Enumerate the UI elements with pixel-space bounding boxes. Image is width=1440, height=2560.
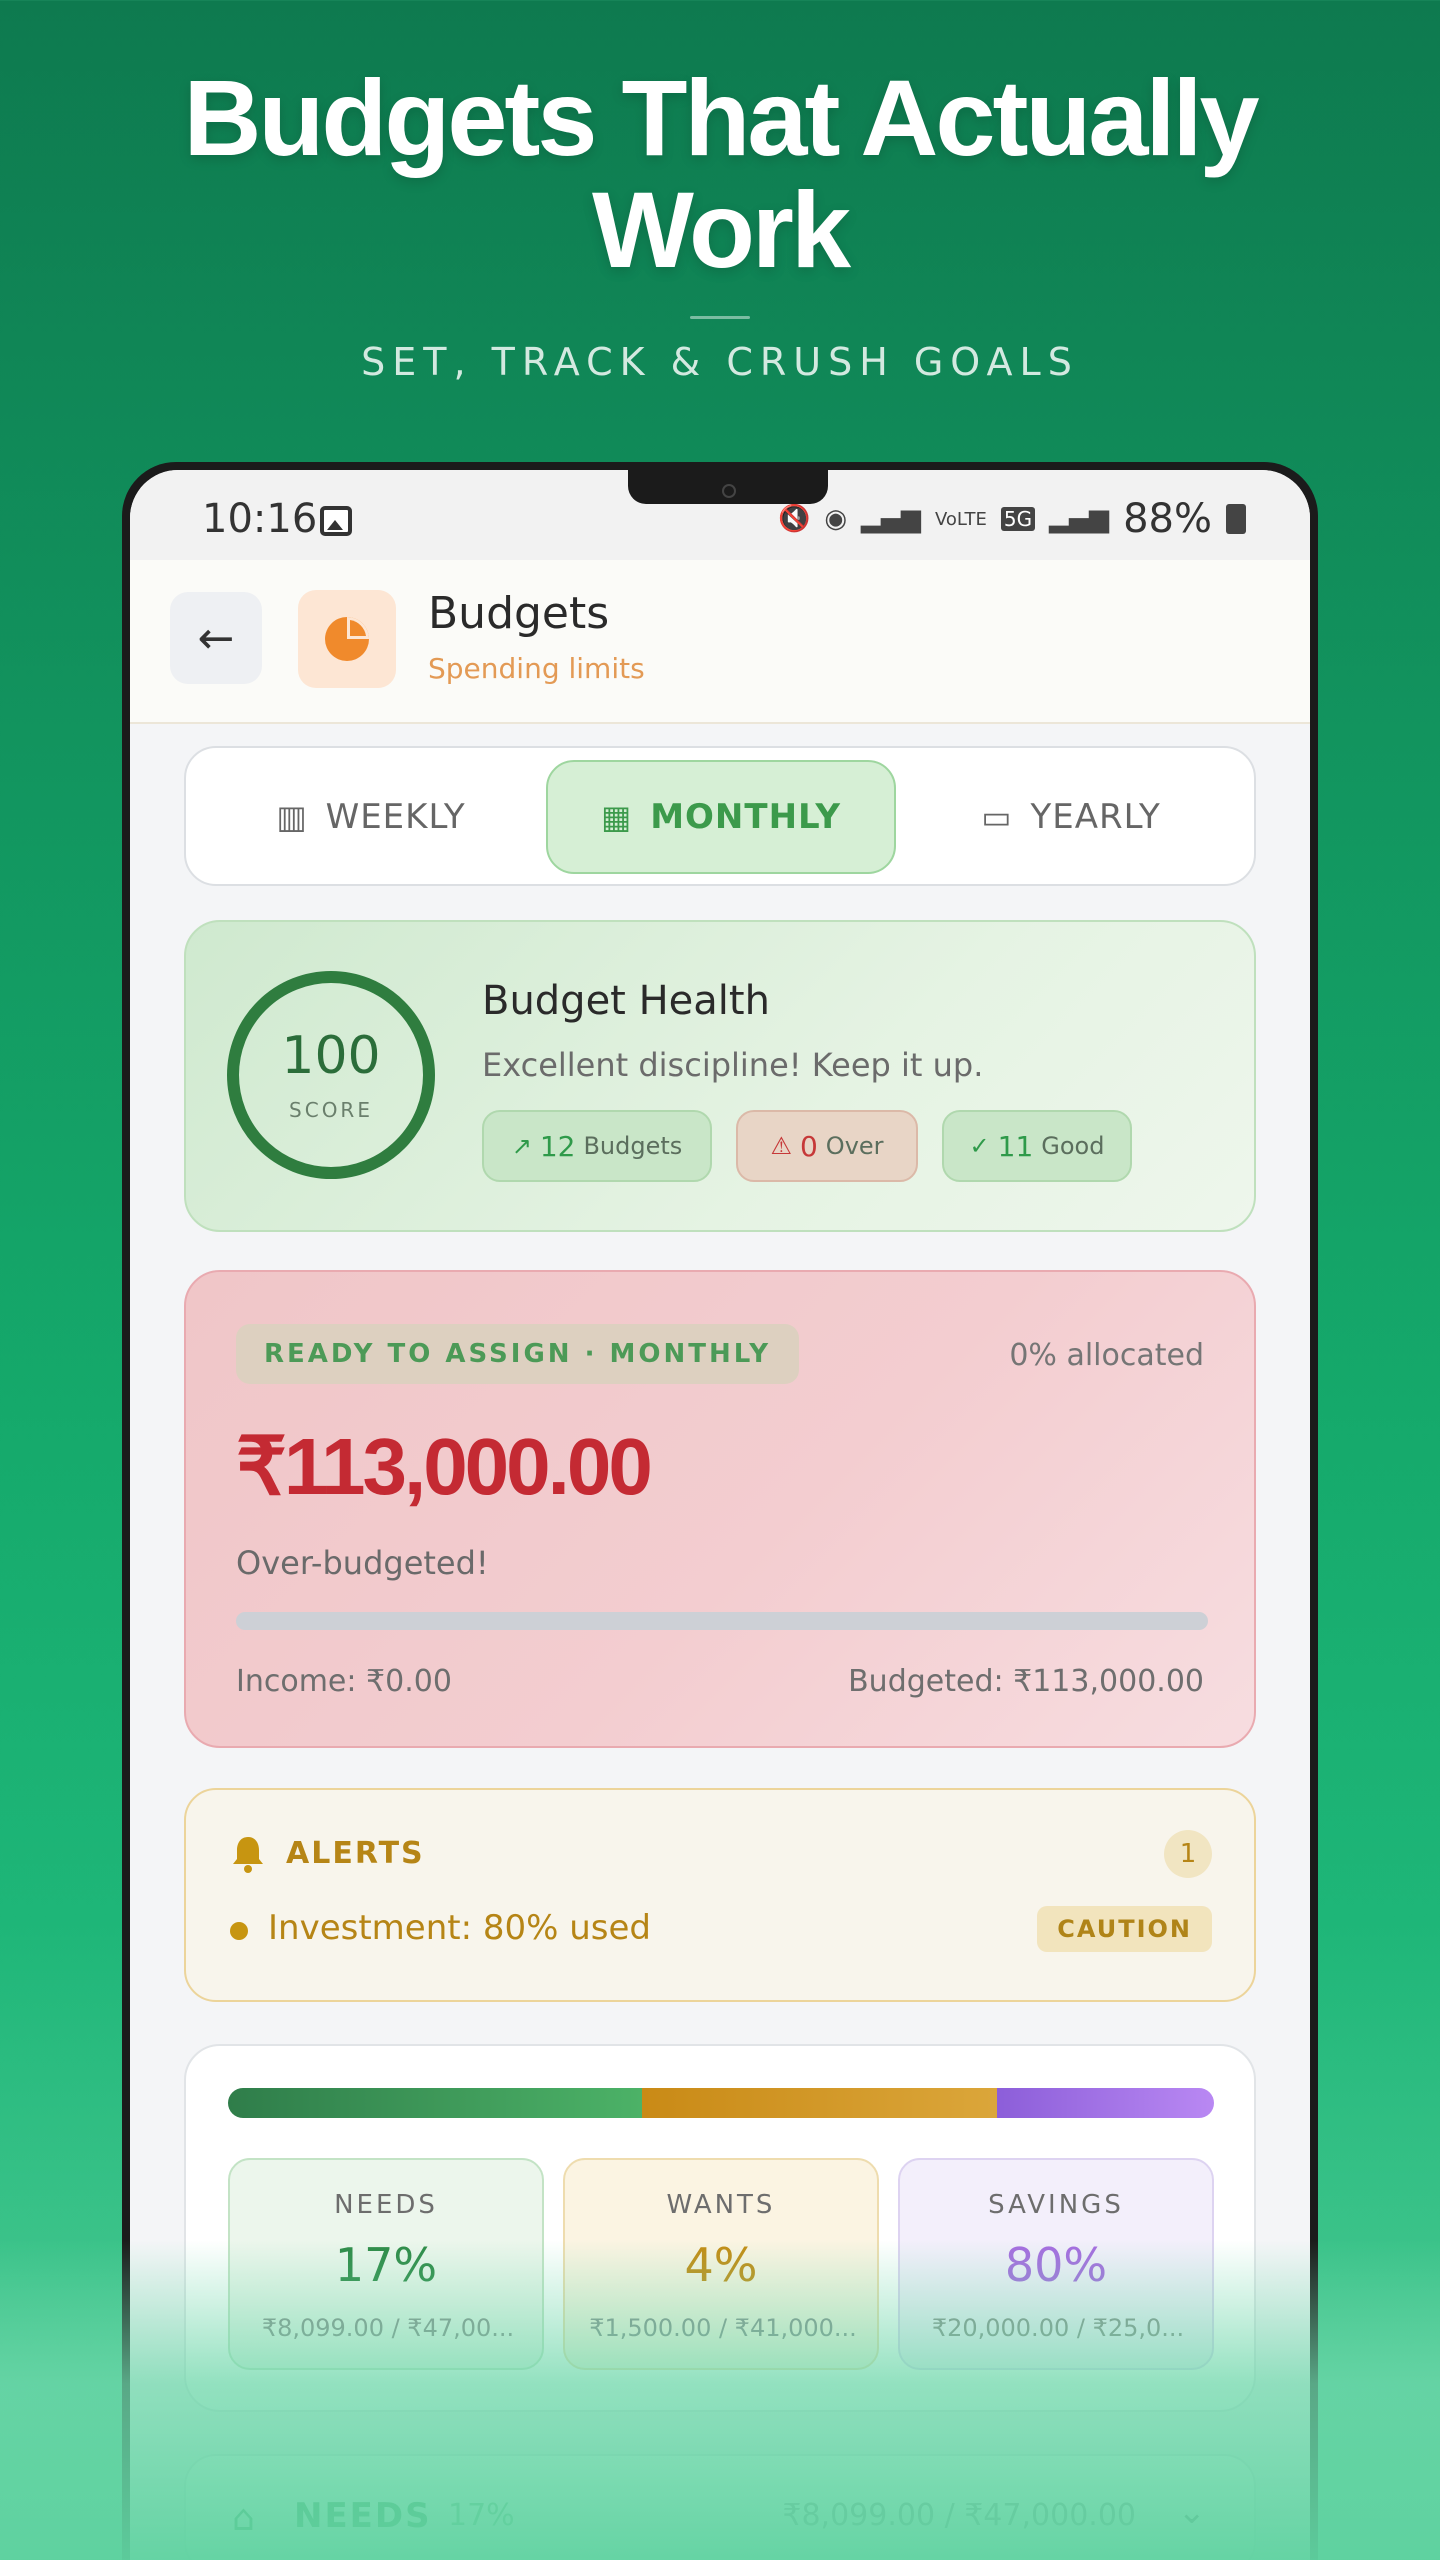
back-button[interactable]: ←	[170, 592, 262, 684]
assign-amount: ₹113,000.00	[236, 1422, 653, 1511]
split-bar-needs	[228, 2088, 643, 2118]
health-description: Excellent discipline! Keep it up.	[482, 1046, 984, 1084]
hero-divider	[690, 316, 750, 319]
needs-amount: ₹8,099.00 / ₹47,00...	[261, 2314, 515, 2342]
alert-dot	[230, 1922, 248, 1940]
hero-title-line1: Budgets That Actually	[183, 57, 1259, 178]
mute-icon: 🔇	[777, 504, 811, 534]
battery-icon	[1226, 504, 1246, 534]
pie-chart-logo	[298, 590, 396, 688]
good-count-chip[interactable]: ✓ 11 Good	[942, 1110, 1132, 1182]
signal-icon-2: ▂▄▆	[1049, 504, 1110, 534]
tab-monthly-label: MONTHLY	[650, 797, 842, 837]
period-tabs: ▥ WEEKLY ▦ MONTHLY ▭ YEARLY	[184, 746, 1256, 886]
assign-status: Over-budgeted!	[236, 1544, 489, 1582]
phone-frame: 10:16 🔇 ◉ ▂▄▆ VoLTE 5G ▂▄▆ 88% ← Budgets…	[122, 462, 1318, 2560]
over-count-chip[interactable]: ⚠ 0 Over	[736, 1110, 918, 1182]
image-notification-icon	[320, 506, 352, 536]
budgets-count-chip[interactable]: ↗ 12 Budgets	[482, 1110, 712, 1182]
health-title: Budget Health	[482, 978, 770, 1024]
trending-up-icon: ↗	[511, 1132, 532, 1160]
network-label: 5G	[1000, 507, 1036, 531]
calendar-icon: ▦	[600, 798, 633, 836]
page-subtitle: Spending limits	[428, 652, 645, 685]
savings-label: SAVINGS	[988, 2190, 1124, 2220]
arrow-left-icon: ←	[197, 612, 235, 664]
tab-weekly[interactable]: ▥ WEEKLY	[206, 760, 536, 874]
health-score-label: SCORE	[289, 1098, 373, 1122]
needs-row-amount: ₹8,099.00 / ₹47,000.00	[782, 2498, 1136, 2533]
page-title: Budgets	[428, 588, 610, 639]
alerts-card[interactable]: ALERTS 1 Investment: 80% used CAUTION	[184, 1788, 1256, 2002]
warning-icon: ⚠	[770, 1132, 792, 1160]
budgets-label: Budgets	[583, 1132, 683, 1160]
caution-badge: CAUTION	[1037, 1906, 1212, 1952]
tab-yearly-label: YEARLY	[1030, 797, 1161, 837]
status-time: 10:16	[202, 496, 318, 542]
tab-weekly-label: WEEKLY	[325, 797, 466, 837]
battery-percent: 88%	[1123, 496, 1212, 542]
columns-icon: ▥	[276, 798, 308, 836]
budget-health-card[interactable]: 100 SCORE Budget Health Excellent discip…	[184, 920, 1256, 1232]
hotspot-icon: ◉	[824, 504, 847, 534]
check-circle-icon: ✓	[969, 1132, 990, 1160]
hero-title: Budgets That Actually Work	[0, 62, 1440, 286]
needs-category-row[interactable]: ⌂ NEEDS 17% ₹8,099.00 / ₹47,000.00 ⌄	[184, 2454, 1256, 2560]
allocation-progress-bar	[236, 1612, 1208, 1630]
status-icons: 🔇 ◉ ▂▄▆ VoLTE 5G ▂▄▆ 88%	[778, 496, 1246, 542]
tab-yearly[interactable]: ▭ YEARLY	[906, 760, 1236, 874]
needs-label: NEEDS	[334, 2190, 438, 2220]
wants-box[interactable]: WANTS 4% ₹1,500.00 / ₹41,000...	[563, 2158, 879, 2370]
ready-to-assign-pill: READY TO ASSIGN · MONTHLY	[236, 1324, 800, 1384]
good-count: 11	[997, 1129, 1034, 1163]
chevron-down-icon[interactable]: ⌄	[1178, 2492, 1207, 2532]
needs-box[interactable]: NEEDS 17% ₹8,099.00 / ₹47,00...	[228, 2158, 544, 2370]
alert-item-text[interactable]: Investment: 80% used	[268, 1908, 651, 1948]
budgets-count: 12	[539, 1129, 576, 1163]
needs-percent: 17%	[334, 2238, 438, 2292]
volte-label: VoLTE	[935, 508, 987, 530]
hero-subtitle: SET, TRACK & CRUSH GOALS	[361, 340, 1079, 384]
over-label: Over	[825, 1132, 884, 1160]
budgeted-text: Budgeted: ₹113,000.00	[848, 1664, 1204, 1699]
savings-amount: ₹20,000.00 / ₹25,0...	[931, 2314, 1185, 2342]
wants-amount: ₹1,500.00 / ₹41,000...	[589, 2314, 857, 2342]
alerts-count-badge: 1	[1164, 1830, 1212, 1878]
split-bar	[228, 2088, 1214, 2118]
signal-icon: ▂▄▆	[861, 504, 921, 534]
split-bar-savings	[997, 2088, 1214, 2118]
home-icon: ⌂	[232, 2498, 255, 2539]
alerts-title: ALERTS	[286, 1836, 425, 1871]
health-score: 100	[281, 1026, 381, 1086]
needs-row-percent: 17%	[448, 2498, 515, 2533]
wants-percent: 4%	[684, 2238, 758, 2292]
camera-notch	[628, 470, 828, 504]
needs-wants-savings-card: NEEDS 17% ₹8,099.00 / ₹47,00... WANTS 4%…	[184, 2044, 1256, 2412]
ready-to-assign-card[interactable]: READY TO ASSIGN · MONTHLY 0% allocated ₹…	[184, 1270, 1256, 1748]
savings-percent: 80%	[1004, 2238, 1108, 2292]
bell-icon	[233, 1837, 263, 1873]
wants-label: WANTS	[666, 2190, 776, 2220]
income-text: Income: ₹0.00	[236, 1664, 452, 1699]
savings-box[interactable]: SAVINGS 80% ₹20,000.00 / ₹25,0...	[898, 2158, 1214, 2370]
app-bar: ← Budgets Spending limits	[130, 560, 1310, 724]
calendar-icon: ▭	[981, 798, 1013, 836]
over-count: 0	[799, 1129, 818, 1163]
good-label: Good	[1041, 1132, 1105, 1160]
hero-title-line2: Work	[591, 169, 851, 290]
pie-chart-icon	[325, 617, 369, 661]
phone-screen: 10:16 🔇 ◉ ▂▄▆ VoLTE 5G ▂▄▆ 88% ← Budgets…	[130, 470, 1310, 2560]
needs-row-name: NEEDS	[294, 2496, 432, 2536]
split-bar-wants	[642, 2088, 998, 2118]
tab-monthly[interactable]: ▦ MONTHLY	[546, 760, 896, 874]
allocated-percent: 0% allocated	[1009, 1338, 1204, 1373]
